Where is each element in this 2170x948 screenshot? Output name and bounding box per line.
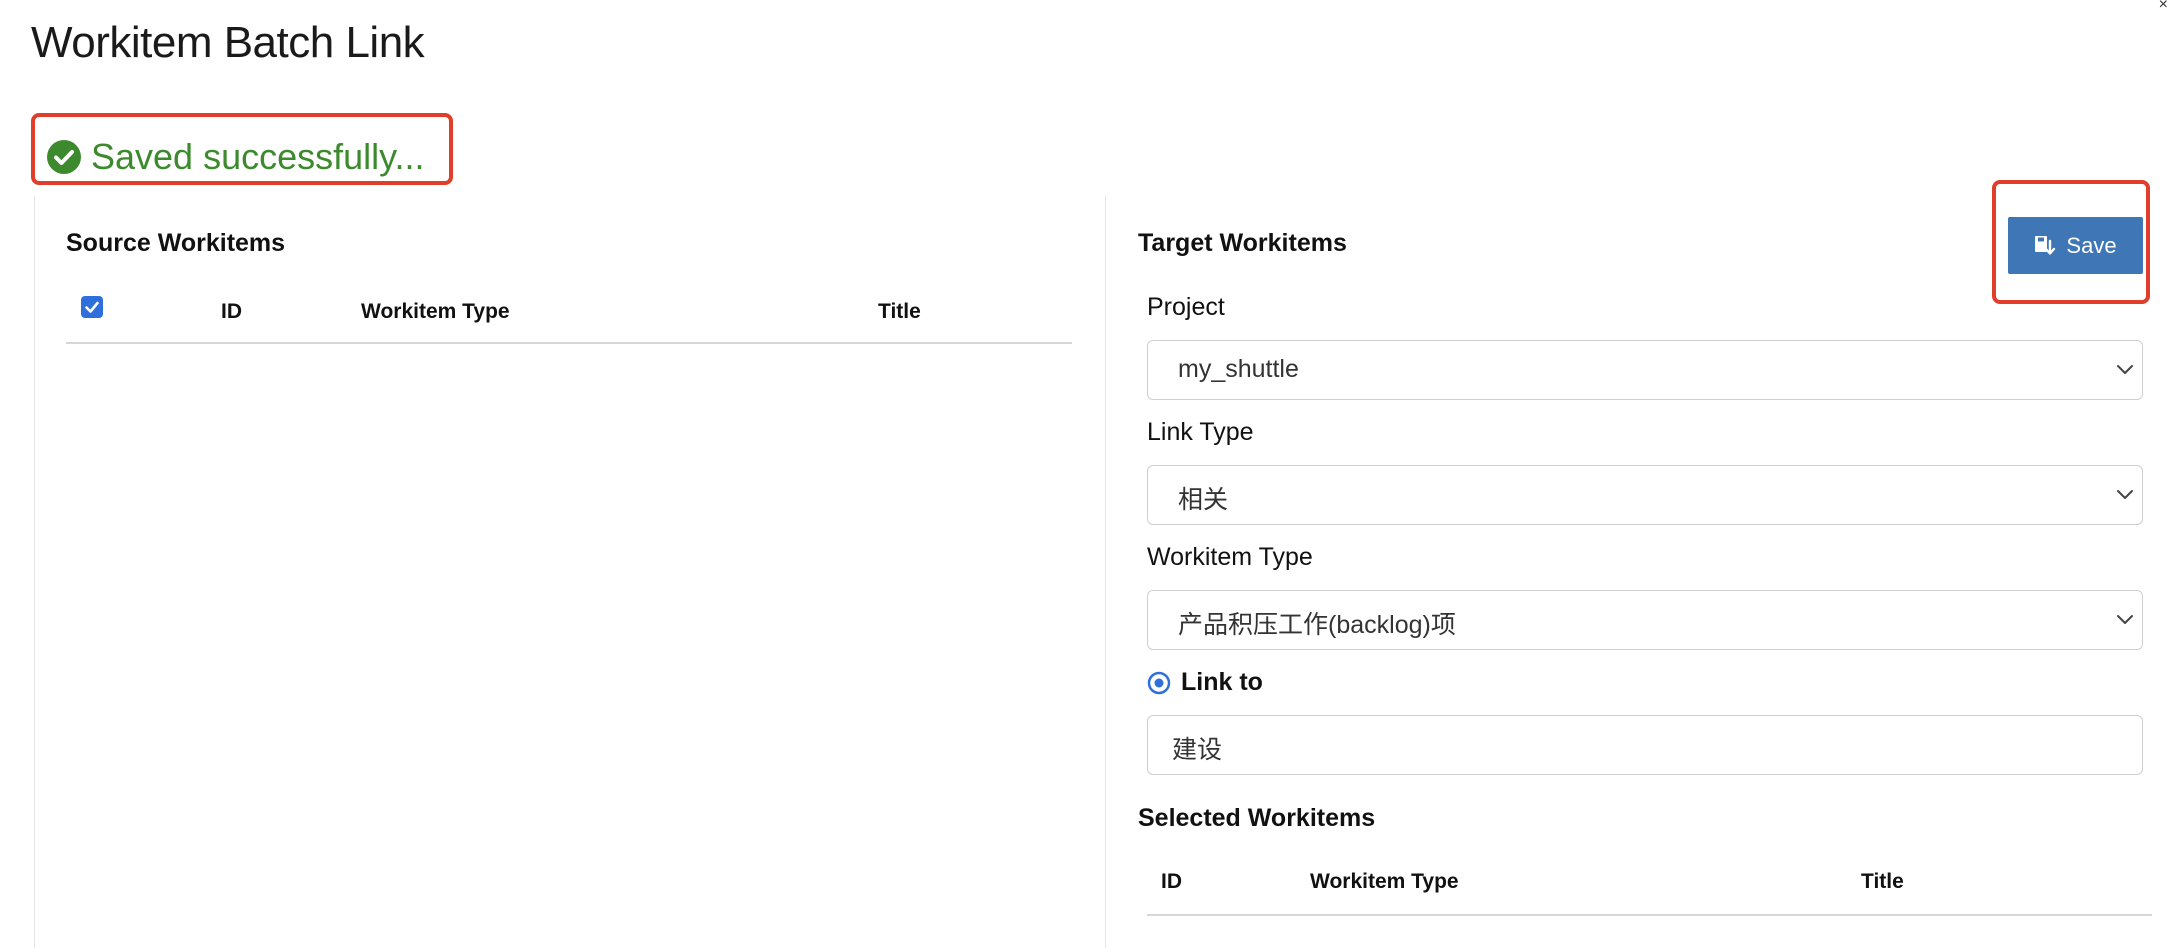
link-to-label: Link to <box>1181 668 1263 696</box>
source-col-title[interactable]: Title <box>878 300 921 324</box>
project-select[interactable]: my_shuttle <box>1147 340 2143 400</box>
save-button-label: Save <box>2066 232 2117 258</box>
source-table-header: ID Workitem Type Title <box>66 290 1072 344</box>
selected-table-header: ID Workitem Type Title <box>1147 860 2152 916</box>
source-heading: Source Workitems <box>66 229 286 257</box>
target-heading: Target Workitems <box>1138 229 1347 257</box>
page-title: Workitem Batch Link <box>31 18 425 67</box>
project-select-value: my_shuttle <box>1178 355 1299 383</box>
workitem-type-label: Workitem Type <box>1147 543 1313 571</box>
status-message: Saved successfully... <box>47 136 424 178</box>
workitem-type-select-value: 产品积压工作(backlog)项 <box>1178 611 1456 639</box>
close-icon[interactable]: × <box>2159 0 2168 14</box>
status-text: Saved successfully... <box>91 136 425 177</box>
chevron-down-icon <box>2114 611 2136 627</box>
workitem-type-select[interactable]: 产品积压工作(backlog)项 <box>1147 590 2143 650</box>
selected-col-id[interactable]: ID <box>1161 870 1182 894</box>
radio-selected-icon[interactable] <box>1147 671 1171 695</box>
select-all-checkbox[interactable] <box>81 296 103 318</box>
save-button[interactable]: Save <box>2008 217 2143 274</box>
link-type-select-value: 相关 <box>1178 486 1229 514</box>
selected-col-workitem-type[interactable]: Workitem Type <box>1310 870 1459 894</box>
check-circle-icon <box>47 140 81 174</box>
chevron-down-icon <box>2114 361 2136 377</box>
save-link-icon <box>2034 235 2056 257</box>
link-to-input[interactable]: 建设 <box>1147 715 2143 775</box>
link-type-label: Link Type <box>1147 418 1254 446</box>
source-col-id[interactable]: ID <box>221 300 242 324</box>
selected-col-title[interactable]: Title <box>1861 870 1904 894</box>
link-type-select[interactable]: 相关 <box>1147 465 2143 525</box>
selected-heading: Selected Workitems <box>1138 804 1376 832</box>
source-col-workitem-type[interactable]: Workitem Type <box>361 300 510 324</box>
link-to-input-value: 建设 <box>1172 736 1223 764</box>
chevron-down-icon <box>2114 486 2136 502</box>
link-to-option[interactable]: Link to <box>1147 668 1263 697</box>
project-label: Project <box>1147 293 1225 321</box>
